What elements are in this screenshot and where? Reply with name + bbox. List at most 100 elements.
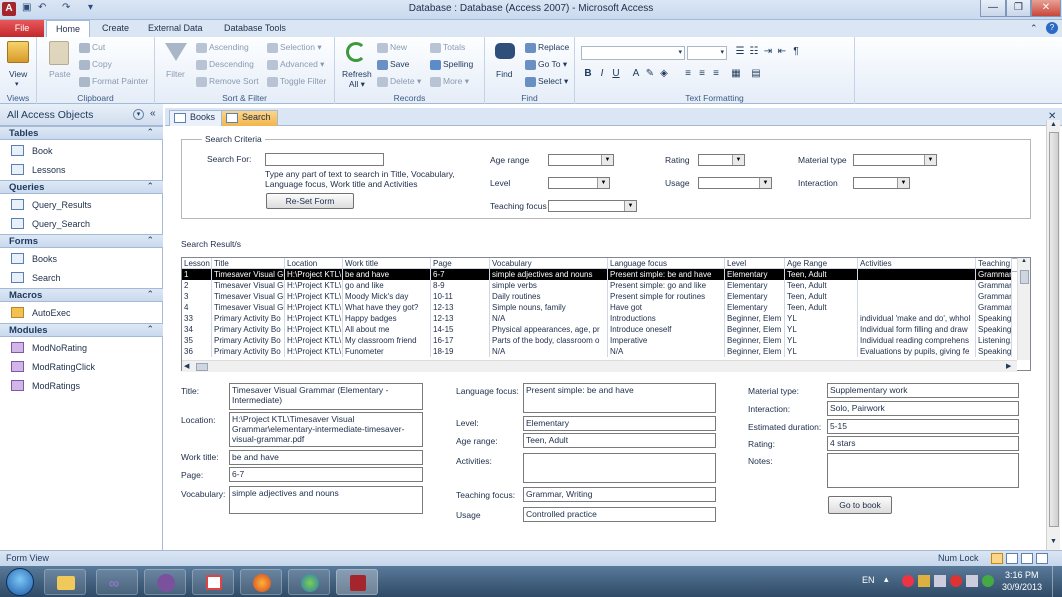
binoculars-icon[interactable] (495, 43, 515, 59)
tab-database-tools[interactable]: Database Tools (216, 20, 294, 37)
clock-date[interactable]: 30/9/2013 (1002, 582, 1042, 592)
collapse-chevron-icon[interactable]: ⌃ (146, 127, 154, 138)
replace-button[interactable]: Replace (525, 42, 569, 53)
goto-button[interactable]: Go To ▾ (525, 59, 567, 70)
minimize-button[interactable]: — (980, 0, 1006, 17)
dropdown-arrow-icon[interactable]: ▼ (597, 178, 609, 188)
nav-item-query-search[interactable]: Query_Search (0, 215, 163, 233)
view-icon[interactable] (7, 41, 29, 63)
usage-field[interactable]: Controlled practice (523, 507, 716, 522)
dropdown-arrow-icon[interactable]: ▼ (897, 178, 909, 188)
font-color-icon[interactable]: A (629, 68, 643, 79)
font-name-select[interactable]: ▾ (581, 46, 685, 60)
selection-button[interactable]: Selection ▾ (267, 42, 322, 53)
start-button[interactable] (6, 568, 34, 596)
spelling-button[interactable]: Spelling (430, 59, 473, 70)
scroll-right-icon[interactable]: ▶ (1006, 362, 1011, 370)
dropdown-arrow-icon[interactable]: ▼ (601, 155, 613, 165)
align-center-icon[interactable]: ≡ (695, 68, 709, 79)
column-header[interactable]: Location (285, 258, 343, 269)
form-view-icon[interactable] (991, 553, 1003, 564)
nav-item-lessons[interactable]: Lessons (0, 161, 163, 179)
nav-item-book[interactable]: Book (0, 142, 163, 160)
scroll-thumb[interactable] (1020, 270, 1029, 284)
title-field[interactable]: Timesaver Visual Grammar (Elementary - I… (229, 383, 423, 410)
column-header[interactable]: Language focus (608, 258, 725, 269)
paste-icon[interactable] (49, 41, 69, 65)
column-header[interactable]: Level (725, 258, 785, 269)
align-left-icon[interactable]: ≡ (681, 68, 695, 79)
network-app-task-icon[interactable] (192, 569, 234, 595)
toggle-filter-button[interactable]: Toggle Filter (267, 76, 326, 87)
close-button[interactable]: ✕ (1031, 0, 1061, 17)
nav-menu-dropdown-icon[interactable]: ▾ (133, 109, 144, 120)
firefox-task-icon[interactable] (240, 569, 282, 595)
hscroll-thumb[interactable] (196, 363, 208, 371)
location-field[interactable]: H:\Project KTL\Timesaver Visual Grammar\… (229, 412, 423, 447)
viber-task-icon[interactable] (144, 569, 186, 595)
copy-button[interactable]: Copy (79, 59, 112, 70)
nav-section-forms[interactable]: Forms ⌃ (0, 234, 163, 248)
language-indicator[interactable]: EN (862, 575, 875, 585)
filter-icon[interactable] (165, 43, 187, 61)
nav-item-query-results[interactable]: Query_Results (0, 196, 163, 214)
collapse-chevron-icon[interactable]: ⌃ (146, 324, 154, 335)
tab-create[interactable]: Create (94, 20, 137, 37)
nav-item-modnorating[interactable]: ModNoRating (0, 339, 163, 357)
nav-item-modratingclick[interactable]: ModRatingClick (0, 358, 163, 376)
bold-icon[interactable]: B (581, 68, 595, 79)
format-painter-button[interactable]: Format Painter (79, 76, 148, 87)
layout-view-icon[interactable] (1021, 553, 1033, 564)
refresh-icon[interactable] (346, 42, 366, 62)
column-header[interactable]: Teaching f (976, 258, 1012, 269)
help-icon[interactable]: ? (1046, 22, 1058, 34)
tray-app-icon[interactable] (902, 575, 914, 587)
column-header[interactable]: Activities (858, 258, 976, 269)
grid-vertical-scrollbar[interactable]: ▲ (1017, 258, 1030, 360)
dropdown-arrow-icon[interactable]: ▼ (732, 155, 744, 165)
interaction-field[interactable]: Solo, Pairwork (827, 401, 1019, 416)
usage-combo[interactable]: ▼ (698, 177, 772, 189)
nav-item-search[interactable]: Search (0, 269, 163, 287)
nav-section-queries[interactable]: Queries ⌃ (0, 180, 163, 194)
doc-tab-search[interactable]: Search (221, 110, 278, 126)
tab-external-data[interactable]: External Data (140, 20, 211, 37)
rating-combo[interactable]: ▼ (698, 154, 745, 166)
tray-network-icon[interactable] (934, 575, 946, 587)
shutter-bar-icon[interactable]: « (150, 108, 156, 119)
totals-button[interactable]: Totals (430, 42, 465, 53)
underline-icon[interactable]: U (609, 68, 623, 79)
descending-button[interactable]: Descending (196, 59, 254, 70)
minimize-ribbon-icon[interactable]: ⌃ (1030, 23, 1038, 34)
scroll-left-icon[interactable]: ◀ (184, 362, 189, 370)
browser-task-icon[interactable] (288, 569, 330, 595)
collapse-chevron-icon[interactable]: ⌃ (146, 289, 154, 300)
more-button[interactable]: More ▾ (430, 76, 469, 87)
paste-button[interactable]: Paste (49, 69, 71, 79)
tray-security-icon[interactable] (950, 575, 962, 587)
bullets-icon[interactable]: ☰ (733, 46, 747, 57)
indent-icon[interactable]: ⇥ (761, 46, 775, 57)
cut-button[interactable]: Cut (79, 42, 105, 53)
notes-field[interactable] (827, 453, 1019, 488)
nav-header[interactable]: All Access Objects ▾ « (0, 104, 163, 126)
page-field[interactable]: 6-7 (229, 467, 423, 482)
find-button[interactable]: Find (496, 69, 513, 79)
dropdown-arrow-icon[interactable]: ▼ (759, 178, 771, 188)
advanced-button[interactable]: Advanced ▾ (267, 59, 324, 70)
search-for-input[interactable] (265, 153, 384, 166)
numbering-icon[interactable]: ☷ (747, 46, 761, 57)
nav-section-modules[interactable]: Modules ⌃ (0, 323, 163, 337)
dropdown-arrow-icon[interactable]: ▼ (624, 201, 636, 211)
restore-button[interactable]: ❐ (1006, 0, 1031, 17)
tab-file[interactable]: File (0, 20, 44, 37)
nav-section-macros[interactable]: Macros ⌃ (0, 288, 163, 302)
teaching-focus-combo[interactable]: ▼ (548, 200, 637, 212)
level-combo[interactable]: ▼ (548, 177, 610, 189)
visual-studio-task-icon[interactable]: ∞ (96, 569, 138, 595)
filter-button[interactable]: Filter (166, 69, 185, 79)
column-header[interactable]: Lesson (182, 258, 212, 269)
access-task-icon[interactable] (336, 569, 378, 595)
interaction-combo[interactable]: ▼ (853, 177, 910, 189)
scroll-thumb[interactable] (1049, 132, 1059, 527)
